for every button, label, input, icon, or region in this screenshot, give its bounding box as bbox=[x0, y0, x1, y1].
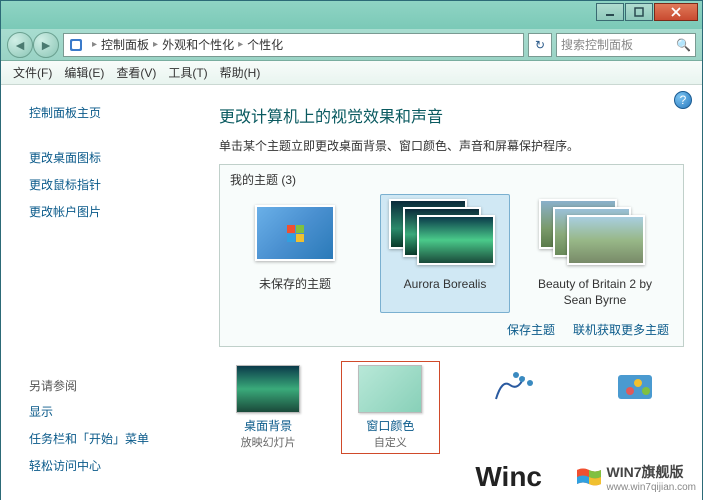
page-title: 更改计算机上的视觉效果和声音 bbox=[219, 103, 684, 127]
watermark-url: www.win7qijian.com bbox=[607, 482, 696, 493]
sidebar: 控制面板主页 更改桌面图标 更改鼠标指针 更改帐户图片 另请参阅 显示 任务栏和… bbox=[1, 85, 201, 500]
address-bar: ◄ ► ▸ 控制面板 ▸ 外观和个性化 ▸ 个性化 ↻ 搜索控制面板 🔍 bbox=[1, 29, 702, 61]
sounds-icon bbox=[481, 365, 545, 413]
sidebar-also-heading: 另请参阅 bbox=[1, 373, 201, 398]
theme-label: Beauty of Britain 2 by Sean Byrne bbox=[535, 277, 655, 308]
watermark-site: WIN7旗舰版 www.win7qijian.com bbox=[575, 462, 696, 493]
menubar: 文件(F) 编辑(E) 查看(V) 工具(T) 帮助(H) bbox=[1, 61, 702, 85]
sounds-item[interactable] bbox=[464, 361, 562, 454]
maximize-button[interactable] bbox=[625, 3, 653, 21]
window-color-item[interactable]: 窗口颜色 自定义 bbox=[341, 361, 439, 454]
windows-logo-icon bbox=[283, 221, 307, 245]
sidebar-also-taskbar[interactable]: 任务栏和「开始」菜单 bbox=[1, 425, 201, 452]
window-color-label: 窗口颜色 bbox=[345, 417, 435, 434]
desktop-background-sub: 放映幻灯片 bbox=[223, 434, 313, 450]
my-themes-box: 我的主题 (3) 未保存的主题 bbox=[219, 164, 684, 347]
theme-item-britain[interactable]: Beauty of Britain 2 by Sean Byrne bbox=[530, 194, 660, 313]
screensaver-item[interactable] bbox=[586, 361, 684, 454]
menu-help[interactable]: 帮助(H) bbox=[214, 62, 267, 83]
sidebar-also-ease[interactable]: 轻松访问中心 bbox=[1, 452, 201, 479]
windows-flag-icon bbox=[575, 466, 603, 490]
theme-label: 未保存的主题 bbox=[235, 277, 355, 307]
screensaver-icon bbox=[603, 365, 667, 413]
breadcrumb-item[interactable]: 控制面板 bbox=[101, 36, 149, 53]
save-theme-link[interactable]: 保存主题 bbox=[507, 321, 555, 338]
sidebar-link-desktop-icons[interactable]: 更改桌面图标 bbox=[1, 144, 201, 171]
sidebar-home-link[interactable]: 控制面板主页 bbox=[1, 99, 201, 126]
window-color-thumb bbox=[358, 365, 422, 413]
minimize-button[interactable] bbox=[596, 3, 624, 21]
search-placeholder: 搜索控制面板 bbox=[561, 36, 633, 53]
help-icon[interactable]: ? bbox=[674, 91, 692, 109]
desktop-background-thumb bbox=[236, 365, 300, 413]
watermark-windows: Winc bbox=[475, 461, 542, 493]
control-panel-window: ◄ ► ▸ 控制面板 ▸ 外观和个性化 ▸ 个性化 ↻ 搜索控制面板 🔍 文件(… bbox=[0, 0, 703, 500]
forward-button[interactable]: ► bbox=[33, 32, 59, 58]
desktop-background-label: 桌面背景 bbox=[223, 417, 313, 434]
sidebar-link-account-picture[interactable]: 更改帐户图片 bbox=[1, 198, 201, 225]
breadcrumb[interactable]: ▸ 控制面板 ▸ 外观和个性化 ▸ 个性化 bbox=[63, 33, 524, 57]
theme-item-unsaved[interactable]: 未保存的主题 bbox=[230, 194, 360, 313]
desktop-background-item[interactable]: 桌面背景 放映幻灯片 bbox=[219, 361, 317, 454]
menu-edit[interactable]: 编辑(E) bbox=[58, 62, 110, 83]
breadcrumb-item[interactable]: 个性化 bbox=[247, 36, 283, 53]
theme-item-aurora[interactable]: Aurora Borealis bbox=[380, 194, 510, 313]
more-themes-link[interactable]: 联机获取更多主题 bbox=[573, 321, 669, 338]
page-description: 单击某个主题立即更改桌面背景、窗口颜色、声音和屏幕保护程序。 bbox=[219, 137, 684, 154]
sidebar-link-mouse-pointer[interactable]: 更改鼠标指针 bbox=[1, 171, 201, 198]
themes-heading: 我的主题 (3) bbox=[230, 171, 673, 188]
back-button[interactable]: ◄ bbox=[7, 32, 33, 58]
search-input[interactable]: 搜索控制面板 🔍 bbox=[556, 33, 696, 57]
control-panel-icon bbox=[68, 37, 84, 53]
window-color-sub: 自定义 bbox=[345, 434, 435, 450]
menu-view[interactable]: 查看(V) bbox=[110, 62, 162, 83]
refresh-button[interactable]: ↻ bbox=[528, 33, 552, 57]
main-panel: ? 更改计算机上的视觉效果和声音 单击某个主题立即更改桌面背景、窗口颜色、声音和… bbox=[201, 85, 702, 500]
breadcrumb-item[interactable]: 外观和个性化 bbox=[162, 36, 234, 53]
theme-label: Aurora Borealis bbox=[385, 277, 505, 307]
close-button[interactable] bbox=[654, 3, 698, 21]
search-icon: 🔍 bbox=[676, 38, 691, 52]
sidebar-also-display[interactable]: 显示 bbox=[1, 398, 201, 425]
menu-tools[interactable]: 工具(T) bbox=[162, 62, 213, 83]
menu-file[interactable]: 文件(F) bbox=[7, 62, 58, 83]
watermark-text: WIN7旗舰版 bbox=[607, 462, 696, 482]
titlebar bbox=[1, 1, 702, 29]
